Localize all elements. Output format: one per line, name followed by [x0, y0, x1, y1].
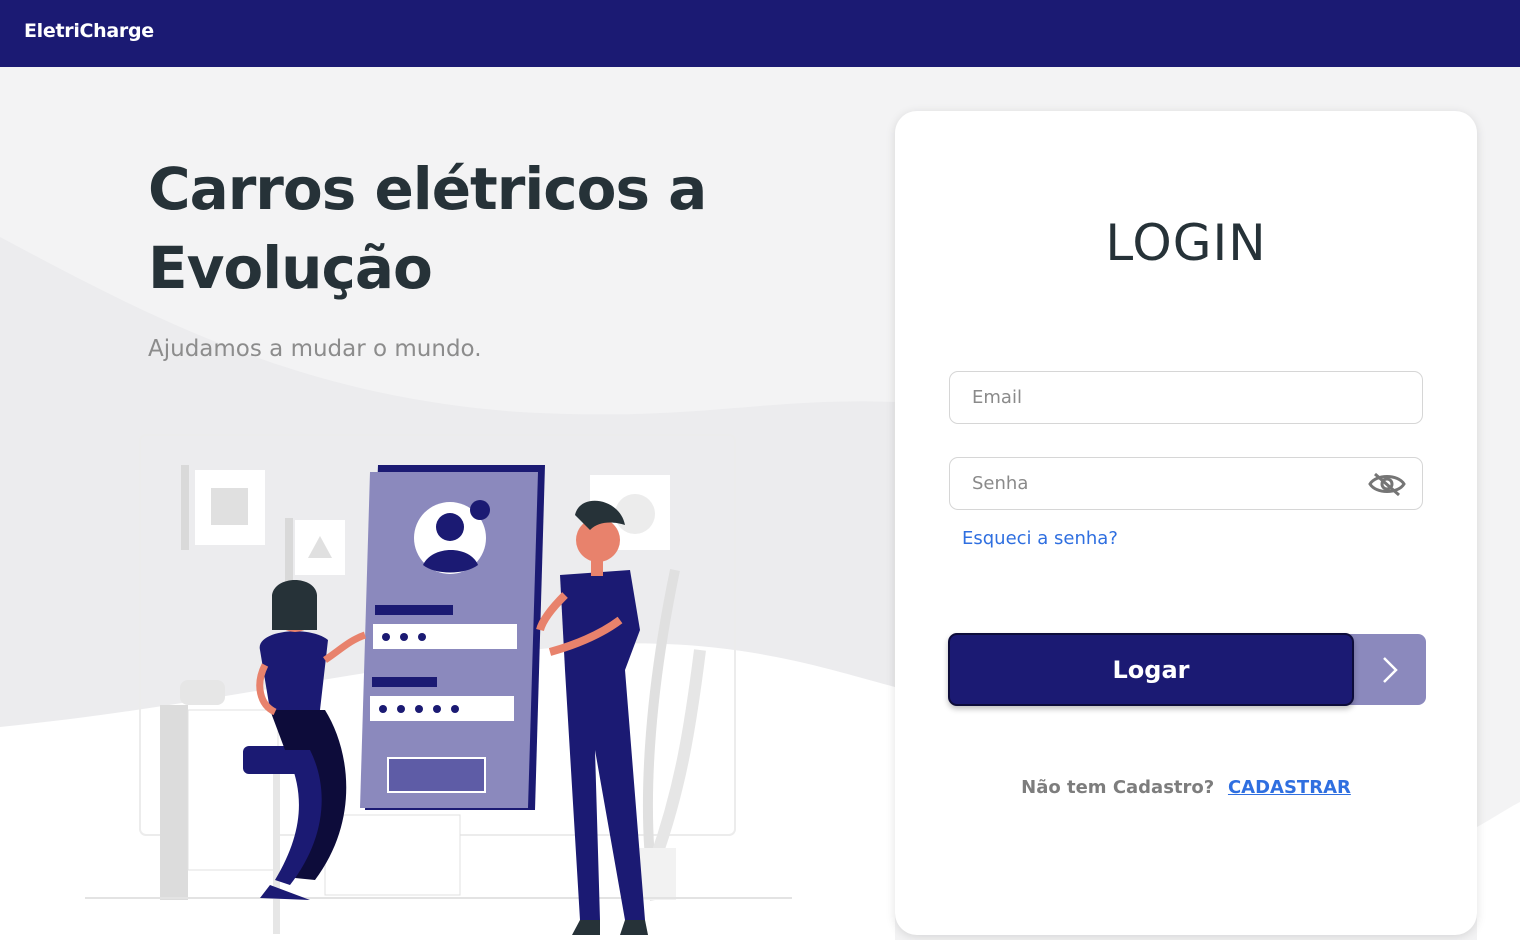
login-button[interactable]: Logar [948, 633, 1354, 706]
email-field-container [949, 371, 1423, 424]
brand-logo[interactable]: EletriCharge [24, 20, 154, 42]
login-illustration [85, 434, 792, 935]
login-title: LOGIN [1105, 214, 1267, 272]
login-card: LOGIN Esqueci a senha? Logar Não tem Cad… [895, 111, 1477, 935]
login-button-group: Logar [948, 633, 1426, 706]
hero-title: Carros elétricos a Evolução [148, 155, 707, 302]
hero-subtitle: Ajudamos a mudar o mundo. [148, 336, 482, 362]
signup-prompt: Não tem Cadastro? [1021, 777, 1215, 798]
email-input[interactable] [950, 372, 1422, 423]
password-field-container [949, 457, 1423, 510]
password-input[interactable] [950, 458, 1422, 509]
eye-slash-icon[interactable] [1368, 470, 1406, 498]
signup-link[interactable]: CADASTRAR [1228, 777, 1351, 798]
chevron-right-icon [1383, 657, 1398, 683]
top-navbar: EletriCharge [0, 0, 1520, 67]
forgot-password-link[interactable]: Esqueci a senha? [962, 528, 1118, 549]
signup-row: Não tem Cadastro? CADASTRAR [895, 777, 1477, 798]
